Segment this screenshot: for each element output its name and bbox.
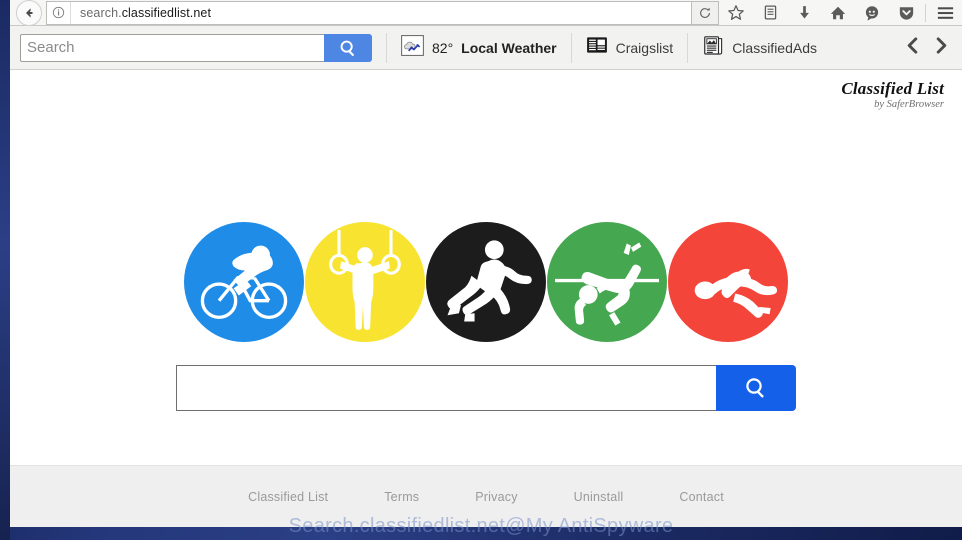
reload-button[interactable] (691, 0, 719, 25)
window-left-edge (0, 0, 10, 540)
gymnast-rings-icon (329, 230, 401, 330)
document-image-icon (702, 35, 724, 61)
page-content: Classified List by SaferBrowser Classifi… (10, 70, 962, 527)
toolbar-next-button[interactable] (933, 36, 950, 60)
search-input[interactable] (20, 33, 324, 62)
library-icon (764, 5, 776, 20)
swimmer-icon (694, 268, 778, 318)
search-button[interactable] (324, 33, 372, 62)
info-icon[interactable] (47, 1, 71, 24)
hamburger-menu-icon (937, 6, 953, 19)
bookmark-star-icon (728, 4, 744, 20)
library-button[interactable] (753, 0, 787, 26)
pocket-shield-icon (899, 7, 913, 20)
footer-link-contact[interactable]: Contact (679, 490, 723, 504)
downloads-button[interactable] (787, 0, 821, 26)
sport-circle-running (426, 222, 546, 342)
messaging-button[interactable] (855, 0, 889, 26)
sport-circle-cycling (184, 222, 304, 342)
toolbar-nav-arrows (904, 36, 956, 60)
downloads-icon (799, 6, 809, 19)
hero-section (10, 70, 962, 465)
hamburger-menu-button[interactable] (928, 0, 962, 26)
site-search-box (176, 365, 796, 411)
runner-icon (447, 240, 532, 322)
toolbar-item-classifiedads[interactable]: ClassifiedAds (702, 35, 817, 61)
toolbar-prev-button[interactable] (904, 36, 921, 60)
home-icon (830, 6, 846, 19)
toolbar-search-box (20, 33, 372, 62)
weather-label: Local Weather (461, 39, 557, 56)
footer-link-privacy[interactable]: Privacy (475, 490, 517, 504)
brand-subtitle: by SaferBrowser (874, 98, 944, 110)
footer-link-classified-list[interactable]: Classified List (248, 490, 328, 504)
toolbar-item-weather[interactable]: 82° Local Weather (401, 34, 557, 61)
newspaper-icon (586, 36, 608, 59)
reload-icon (700, 7, 710, 18)
toolbar-divider (925, 3, 926, 22)
back-button[interactable] (16, 0, 42, 26)
toolbar-item-craigslist[interactable]: Craigslist (586, 36, 674, 59)
footer-link-uninstall[interactable]: Uninstall (574, 490, 624, 504)
site-search-button[interactable] (716, 365, 796, 411)
toolbar-divider-3 (687, 32, 689, 63)
sync-chat-icon (865, 5, 879, 21)
footer-link-terms[interactable]: Terms (384, 490, 419, 504)
pocket-button[interactable] (889, 0, 923, 26)
craigslist-label: Craigslist (615, 39, 674, 56)
classifiedads-label: ClassifiedAds (732, 39, 818, 56)
brand-logo: Classified List by SaferBrowser (841, 80, 944, 110)
high-jumper-icon (555, 242, 659, 326)
home-button[interactable] (821, 0, 855, 26)
search-icon (746, 378, 764, 398)
url-text: search.classifiedlist.net (80, 5, 212, 20)
sport-circle-gymnastics (305, 222, 425, 342)
browser-url-bar: search.classifiedlist.net (10, 0, 962, 26)
page-footer: Classified List Terms Privacy Uninstall … (10, 465, 962, 527)
bookmark-star-button[interactable] (719, 0, 753, 26)
chevron-right-icon (936, 36, 947, 54)
sport-circle-swimming (668, 222, 788, 342)
safer-browser-toolbar: 82° Local Weather Craigslist (10, 26, 962, 70)
toolbar-divider-1 (386, 32, 387, 63)
back-arrow-icon (26, 7, 33, 18)
sport-circle-high-jump (547, 222, 667, 342)
brand-title: Classified List (841, 79, 944, 98)
site-search-input[interactable] (176, 365, 716, 411)
toolbar-divider-2 (570, 32, 572, 63)
cyclist-icon (200, 245, 288, 320)
weather-temperature: 82° (432, 39, 454, 56)
sport-circles (184, 222, 788, 342)
search-icon (340, 40, 354, 56)
chevron-left-icon (907, 36, 918, 54)
weather-cloud-icon (401, 34, 424, 61)
browser-toolbar-icons (719, 0, 962, 26)
url-input[interactable]: search.classifiedlist.net (46, 0, 691, 25)
browser-window: search.classifiedlist.net Search 82° Loc… (10, 0, 962, 527)
